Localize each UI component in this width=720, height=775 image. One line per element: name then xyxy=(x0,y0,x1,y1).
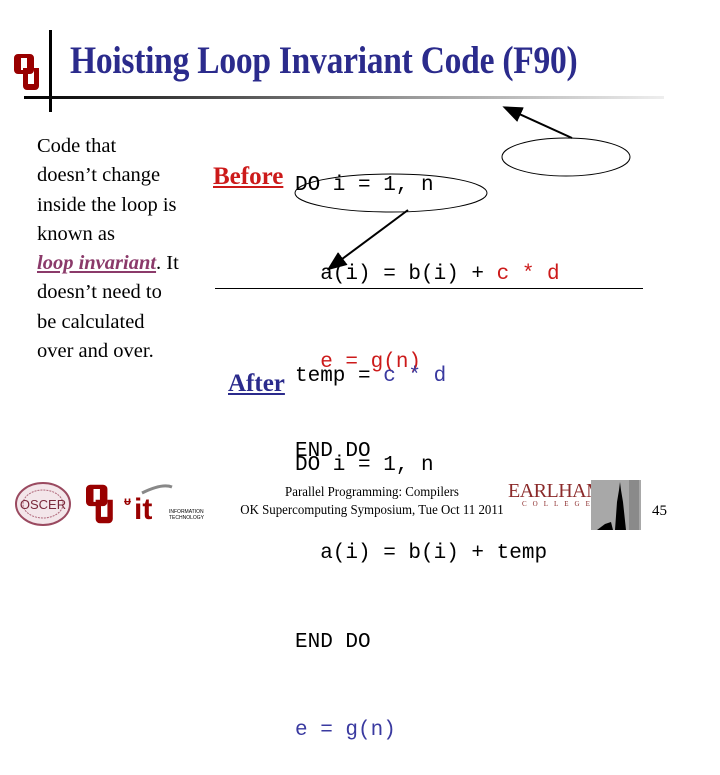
svg-text:TECHNOLOGY: TECHNOLOGY xyxy=(169,515,204,521)
college-text: COLLEGE xyxy=(522,500,596,508)
footer-line-event: OK Supercomputing Symposium, Tue Oct 11 … xyxy=(240,503,504,518)
svg-text:ᵾ: ᵾ xyxy=(124,494,131,508)
annotation-overlay xyxy=(294,106,631,271)
arrow-up-icon xyxy=(502,106,573,139)
code-line: e = g(n) xyxy=(295,719,396,742)
code-line: a(i) = b(i) + temp xyxy=(295,542,548,565)
tower-photo-icon xyxy=(591,480,641,530)
ellipse-c-times-d xyxy=(501,137,631,177)
code-line: END DO xyxy=(295,630,371,654)
ou-footer-logo-icon xyxy=(86,484,113,524)
page-number: 45 xyxy=(652,503,667,519)
oscer-logo-icon: OSCER xyxy=(15,482,71,526)
footer-line-title: Parallel Programming: Compilers xyxy=(285,485,459,500)
arrow-down-icon xyxy=(326,209,409,271)
ellipse-e-equals-gn xyxy=(294,173,488,213)
footer-caption: Parallel Programming: Compilers OK Super… xyxy=(234,484,510,520)
ou-it-logo-icon: ᵾ it INFORMATION TECHNOLOGY xyxy=(124,484,204,525)
it-text: it xyxy=(134,493,152,525)
oscer-text: OSCER xyxy=(20,497,66,512)
